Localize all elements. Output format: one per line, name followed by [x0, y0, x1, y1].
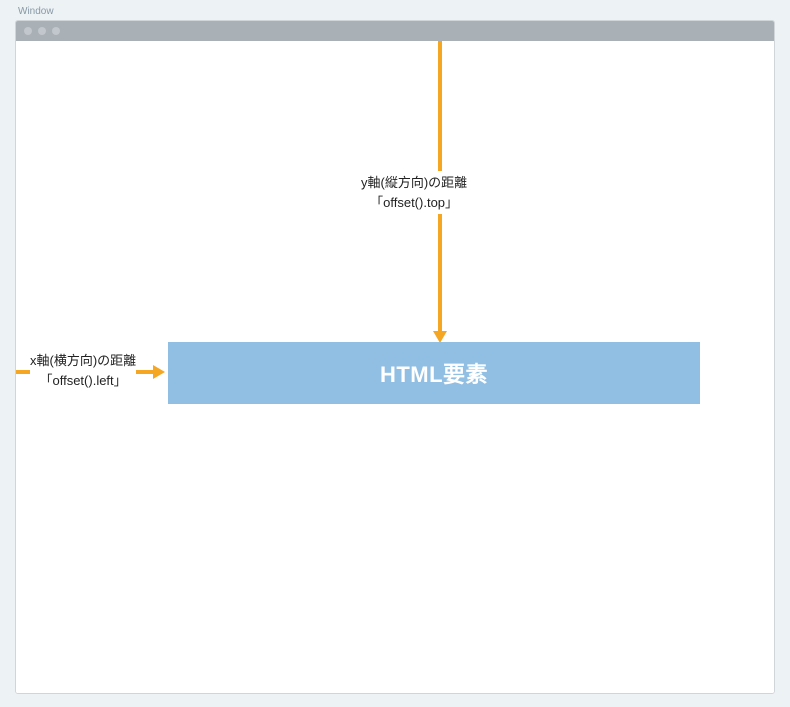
browser-content: y軸(縦方向)の距離 「offset().top」 x軸(横方向)の距離 「of…: [16, 41, 774, 693]
titlebar-dot-icon: [52, 27, 60, 35]
browser-titlebar: [16, 21, 774, 41]
horizontal-label-line2: 「offset().left」: [30, 371, 136, 391]
vertical-label-line1: y軸(縦方向)の距離: [361, 173, 467, 193]
vertical-arrow-label: y軸(縦方向)の距離 「offset().top」: [361, 171, 467, 214]
vertical-label-line2: 「offset().top」: [361, 193, 467, 213]
horizontal-label-line1: x軸(横方向)の距離: [30, 351, 136, 371]
titlebar-dot-icon: [24, 27, 32, 35]
horizontal-arrowhead-icon: [153, 365, 165, 379]
horizontal-arrow-label: x軸(横方向)の距離 「offset().left」: [30, 349, 136, 392]
html-element-box-text: HTML要素: [380, 357, 488, 389]
titlebar-dot-icon: [38, 27, 46, 35]
html-element-box: HTML要素: [168, 342, 700, 404]
window-label: Window: [18, 6, 54, 17]
browser-window: y軸(縦方向)の距離 「offset().top」 x軸(横方向)の距離 「of…: [15, 20, 775, 694]
